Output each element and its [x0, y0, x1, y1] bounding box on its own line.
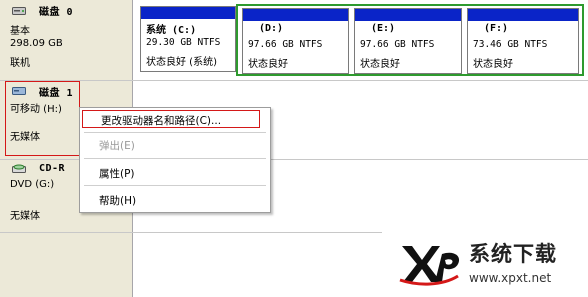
- menu-item-properties[interactable]: 属性(P): [80, 163, 270, 181]
- context-menu: 更改驱动器名和路径(C)... 弹出(E) 属性(P) 帮助(H): [79, 107, 271, 213]
- disk-0-size: 298.09 GB: [10, 38, 63, 49]
- cd-drive-icon: [12, 164, 26, 173]
- partition-f[interactable]: (F:) 73.46 GB NTFS 状态良好: [467, 8, 579, 74]
- cdrom-drive: DVD (G:): [10, 179, 55, 190]
- menu-item-label: 更改驱动器名和路径(C)...: [101, 115, 222, 127]
- watermark-url: www.xpxt.net: [469, 271, 552, 285]
- hard-disk-icon: [12, 7, 26, 15]
- menu-item-help[interactable]: 帮助(H): [80, 190, 270, 208]
- cdrom-media: 无媒体: [10, 211, 40, 222]
- partition-f-status: 状态良好: [473, 59, 513, 70]
- partition-bar: [243, 9, 348, 21]
- disk-0-type: 基本: [10, 26, 30, 37]
- partition-c-label: 系统 (C:): [146, 25, 197, 36]
- disk-0-status: 联机: [10, 58, 30, 69]
- extended-partition: (D:) 97.66 GB NTFS 状态良好 (E:) 97.66 GB NT…: [236, 4, 584, 76]
- menu-separator: [84, 185, 266, 186]
- menu-item-label: 弹出(E): [99, 140, 135, 152]
- partition-e-label: (E:): [371, 23, 396, 34]
- menu-separator: [84, 132, 266, 133]
- partition-d-size: 97.66 GB NTFS: [248, 39, 323, 50]
- partition-c[interactable]: 系统 (C:) 29.30 GB NTFS 状态良好 (系统): [140, 6, 236, 72]
- menu-item-change-drive-letter[interactable]: 更改驱动器名和路径(C)...: [82, 110, 260, 128]
- partition-bar: [141, 7, 235, 19]
- partition-bar: [468, 9, 578, 21]
- partition-c-status: 状态良好 (系统): [146, 57, 217, 68]
- partition-d-label: (D:): [259, 23, 284, 34]
- empty-row: [0, 233, 133, 297]
- partition-e-status: 状态良好: [360, 59, 400, 70]
- menu-item-label: 帮助(H): [99, 195, 137, 207]
- partition-d[interactable]: (D:) 97.66 GB NTFS 状态良好: [242, 8, 349, 74]
- disk-0-label[interactable]: 磁盘 0 基本 298.09 GB 联机: [0, 0, 133, 80]
- cdrom-title: CD-R: [39, 163, 66, 174]
- partition-e[interactable]: (E:) 97.66 GB NTFS 状态良好: [354, 8, 462, 74]
- partition-f-label: (F:): [484, 23, 509, 34]
- watermark-brand: 系统下载: [469, 242, 557, 266]
- partition-bar: [355, 9, 461, 21]
- watermark: 系统下载 www.xpxt.net: [382, 232, 588, 297]
- partition-f-size: 73.46 GB NTFS: [473, 39, 548, 50]
- highlight-box-disk-1: [5, 81, 80, 156]
- disk-0-row: 磁盘 0 基本 298.09 GB 联机 系统 (C:) 29.30 GB NT…: [0, 0, 588, 81]
- menu-item-eject[interactable]: 弹出(E): [80, 135, 270, 153]
- xp-logo-icon: [399, 246, 460, 286]
- menu-separator: [84, 158, 266, 159]
- menu-item-label: 属性(P): [99, 168, 135, 180]
- disk-management-view: 磁盘 0 基本 298.09 GB 联机 系统 (C:) 29.30 GB NT…: [0, 0, 588, 297]
- partition-c-size: 29.30 GB NTFS: [146, 37, 221, 48]
- partition-d-status: 状态良好: [248, 59, 288, 70]
- disk-0-title: 磁盘 0: [39, 7, 74, 18]
- partition-e-size: 97.66 GB NTFS: [360, 39, 435, 50]
